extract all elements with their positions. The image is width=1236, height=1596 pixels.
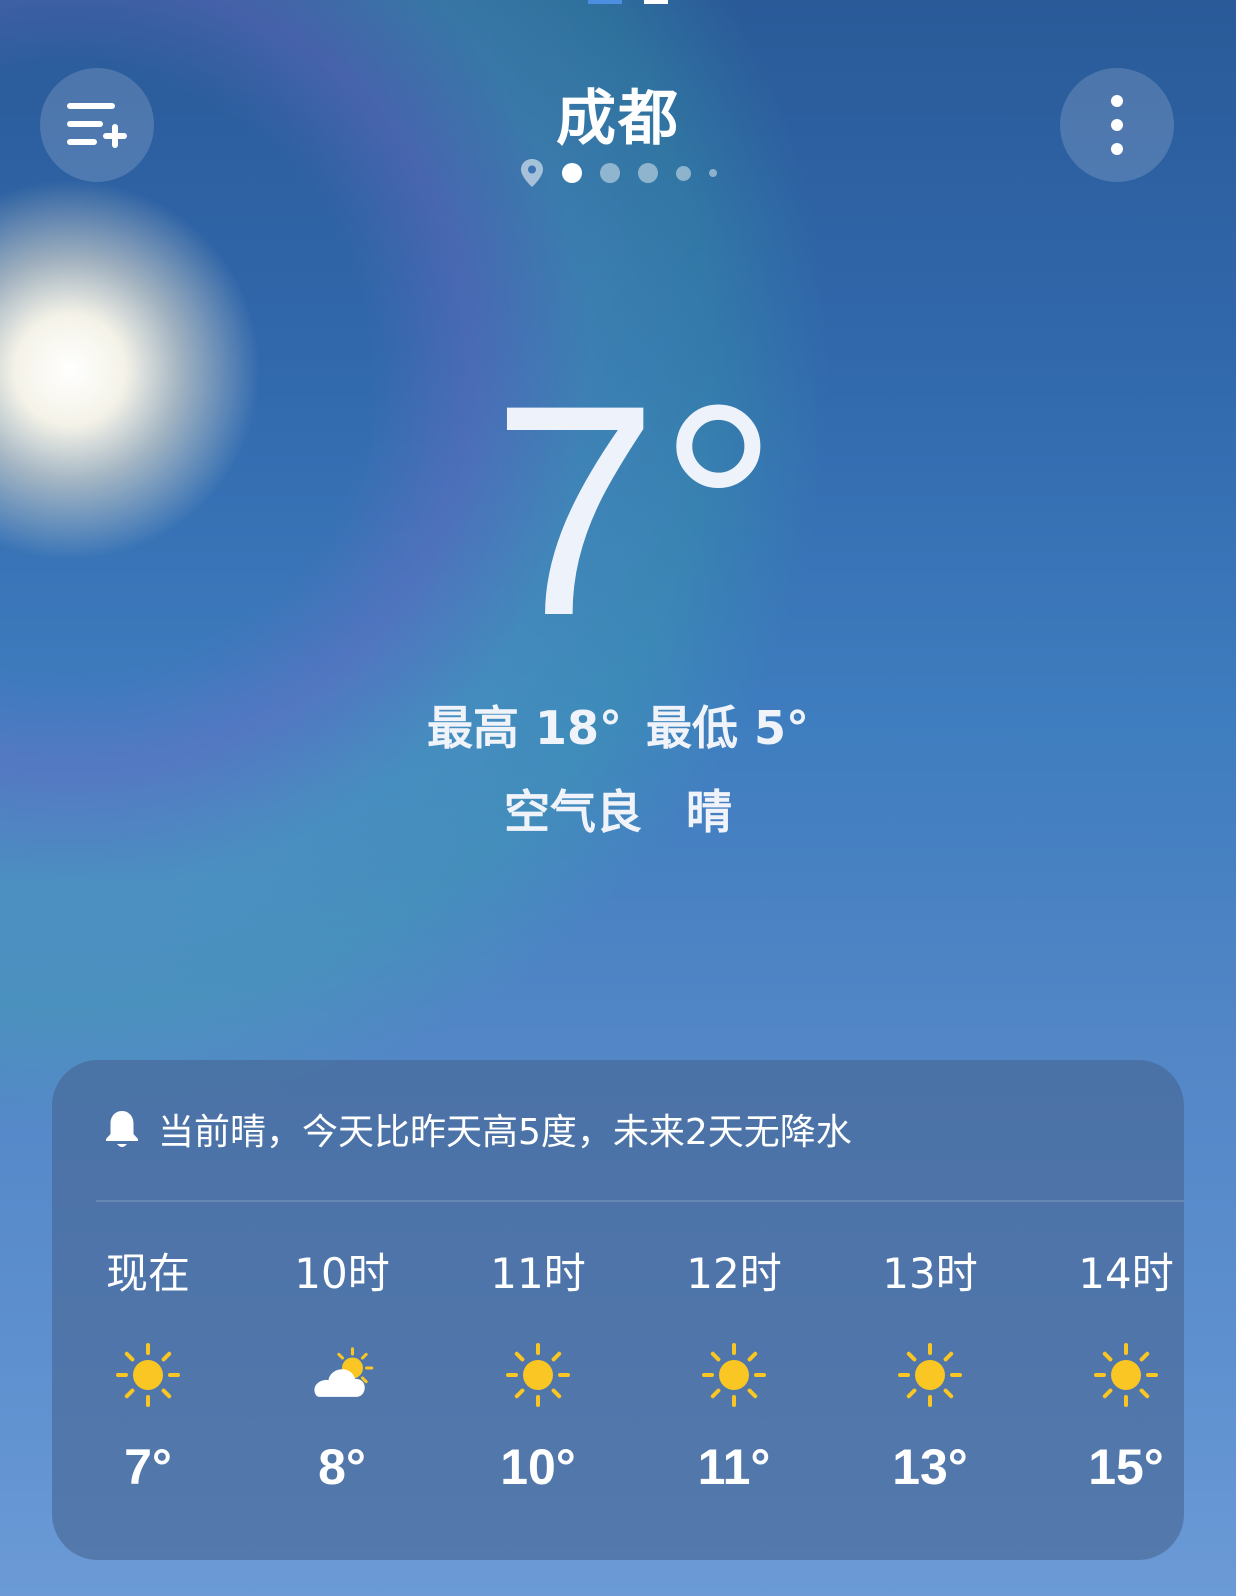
sun-icon xyxy=(113,1340,183,1410)
hourly-forecast[interactable]: 现在 7° 10时 8° 11时 10° 12时 11° 13时 13° 14时… xyxy=(52,1246,1184,1496)
hour-temperature: 15° xyxy=(1088,1439,1164,1495)
page-dot[interactable] xyxy=(708,169,717,177)
city-title: 成都 xyxy=(556,84,680,154)
hour-time: 14时 xyxy=(1078,1249,1174,1298)
hour-temperature: 10° xyxy=(500,1439,576,1495)
page-dot[interactable] xyxy=(599,163,620,183)
hour-temperature: 13° xyxy=(892,1439,968,1495)
page-indicator[interactable] xyxy=(0,158,1236,188)
partly-cloudy-icon xyxy=(307,1340,377,1410)
weather-condition: 晴 xyxy=(686,785,732,839)
page-dot-active[interactable] xyxy=(561,163,582,183)
high-temperature: 最高 18° xyxy=(426,701,622,755)
sun-icon xyxy=(1091,1340,1161,1410)
hour-time: 10时 xyxy=(294,1249,390,1298)
hour-time: 11时 xyxy=(490,1249,586,1298)
high-low-temperature: 最高 18° 最低 5° xyxy=(0,692,1236,758)
hour-time: 12时 xyxy=(686,1249,782,1298)
hour-time: 13时 xyxy=(882,1249,978,1298)
location-pin-icon xyxy=(520,159,543,187)
sun-icon xyxy=(699,1340,769,1410)
bell-icon xyxy=(106,1111,138,1147)
status-bar-fragment xyxy=(588,0,678,4)
more-vertical-icon xyxy=(1111,95,1123,155)
weather-alert[interactable]: 当前晴，今天比昨天高5度，未来2天无降水 xyxy=(102,1104,852,1154)
hour-temperature: 7° xyxy=(124,1439,172,1495)
current-temperature: 7° xyxy=(491,342,779,678)
sun-icon xyxy=(503,1340,573,1410)
forecast-card: 当前晴，今天比昨天高5度，未来2天无降水 现在 7° 10时 8° 11时 10… xyxy=(52,1060,1184,1560)
hourly-item[interactable]: 14时 15° xyxy=(1028,1246,1184,1496)
hourly-item[interactable]: 13时 13° xyxy=(832,1246,1028,1496)
status-bar-segment xyxy=(644,0,668,4)
hourly-item[interactable]: 现在 7° xyxy=(52,1246,244,1496)
page-dot[interactable] xyxy=(637,163,658,183)
hour-temperature: 11° xyxy=(697,1439,771,1495)
alert-text: 当前晴，今天比昨天高5度，未来2天无降水 xyxy=(158,1112,852,1153)
page-dot[interactable] xyxy=(675,165,691,181)
divider xyxy=(96,1200,1184,1202)
status-bar-segment xyxy=(588,0,622,4)
sun-icon xyxy=(895,1340,965,1410)
air-quality-condition: 空气良 晴 xyxy=(0,776,1236,842)
low-temperature: 最低 5° xyxy=(646,701,810,755)
hourly-item[interactable]: 10时 8° xyxy=(244,1246,440,1496)
hourly-item[interactable]: 11时 10° xyxy=(440,1246,636,1496)
hour-time: 现在 xyxy=(105,1249,190,1298)
hourly-item[interactable]: 12时 11° xyxy=(636,1246,832,1496)
hour-temperature: 8° xyxy=(318,1439,366,1495)
air-quality-label[interactable]: 空气良 xyxy=(504,785,642,839)
